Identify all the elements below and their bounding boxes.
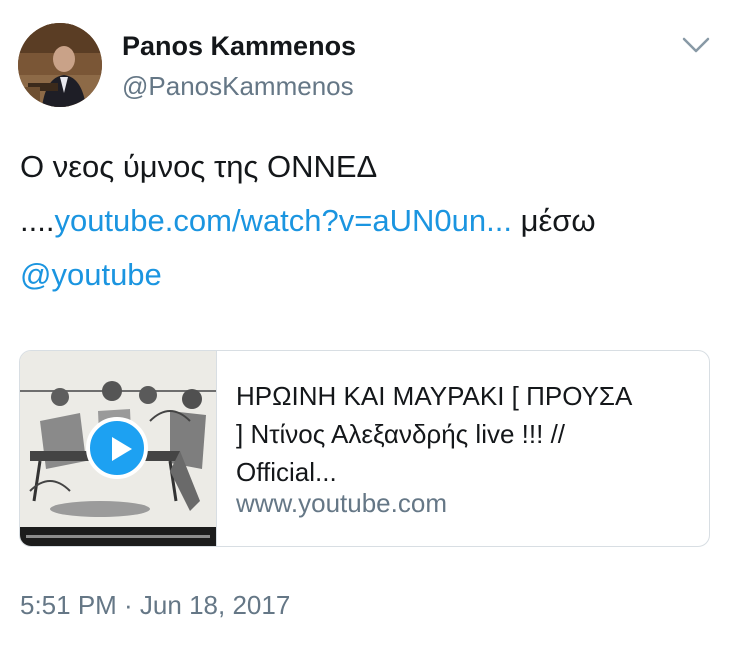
tweet-text-line: Ο νεος ύμνος της ΟΝΝΕΔ	[20, 149, 378, 184]
video-thumbnail[interactable]	[20, 351, 217, 546]
tweet-text-line: @youtube	[20, 248, 735, 302]
card-domain: www.youtube.com	[236, 488, 447, 518]
youtube-link[interactable]: youtube.com/watch?v=aUN0un...	[54, 203, 512, 238]
tweet-text-prefix: ....	[20, 203, 55, 238]
card-title: ΗΡΩΙΝΗ ΚΑΙ ΜΑΥΡΑΚΙ [ ΠΡΟΥΣΑ ] Ντίνος Αλε…	[236, 377, 691, 491]
avatar[interactable]	[18, 23, 102, 107]
tweet-text-line: ....youtube.com/watch?v=aUN0un... μέσω	[20, 194, 735, 248]
card-title-line: ] Ντίνος Αλεξανδρής live !!! //	[236, 419, 566, 449]
chevron-down-icon[interactable]	[680, 34, 712, 56]
link-preview-card[interactable]: ΗΡΩΙΝΗ ΚΑΙ ΜΑΥΡΑΚΙ [ ΠΡΟΥΣΑ ] Ντίνος Αλε…	[19, 350, 710, 547]
tweet: Panos Kammenos @PanosKammenos Ο νεος ύμν…	[0, 0, 752, 649]
card-title-line: Official...	[236, 457, 337, 487]
timestamp[interactable]: 5:51 PM · Jun 18, 2017	[20, 590, 290, 621]
display-name[interactable]: Panos Kammenos	[122, 31, 356, 62]
via-text: μέσω	[511, 203, 596, 238]
user-handle[interactable]: @PanosKammenos	[122, 71, 354, 102]
card-title-line: ΗΡΩΙΝΗ ΚΑΙ ΜΑΥΡΑΚΙ [ ΠΡΟΥΣΑ	[236, 381, 633, 411]
play-icon[interactable]	[86, 417, 148, 479]
avatar-photo	[18, 23, 102, 107]
youtube-mention[interactable]: @youtube	[20, 257, 162, 292]
tweet-text: Ο νεος ύμνος της ΟΝΝΕΔ ....youtube.com/w…	[20, 140, 735, 302]
